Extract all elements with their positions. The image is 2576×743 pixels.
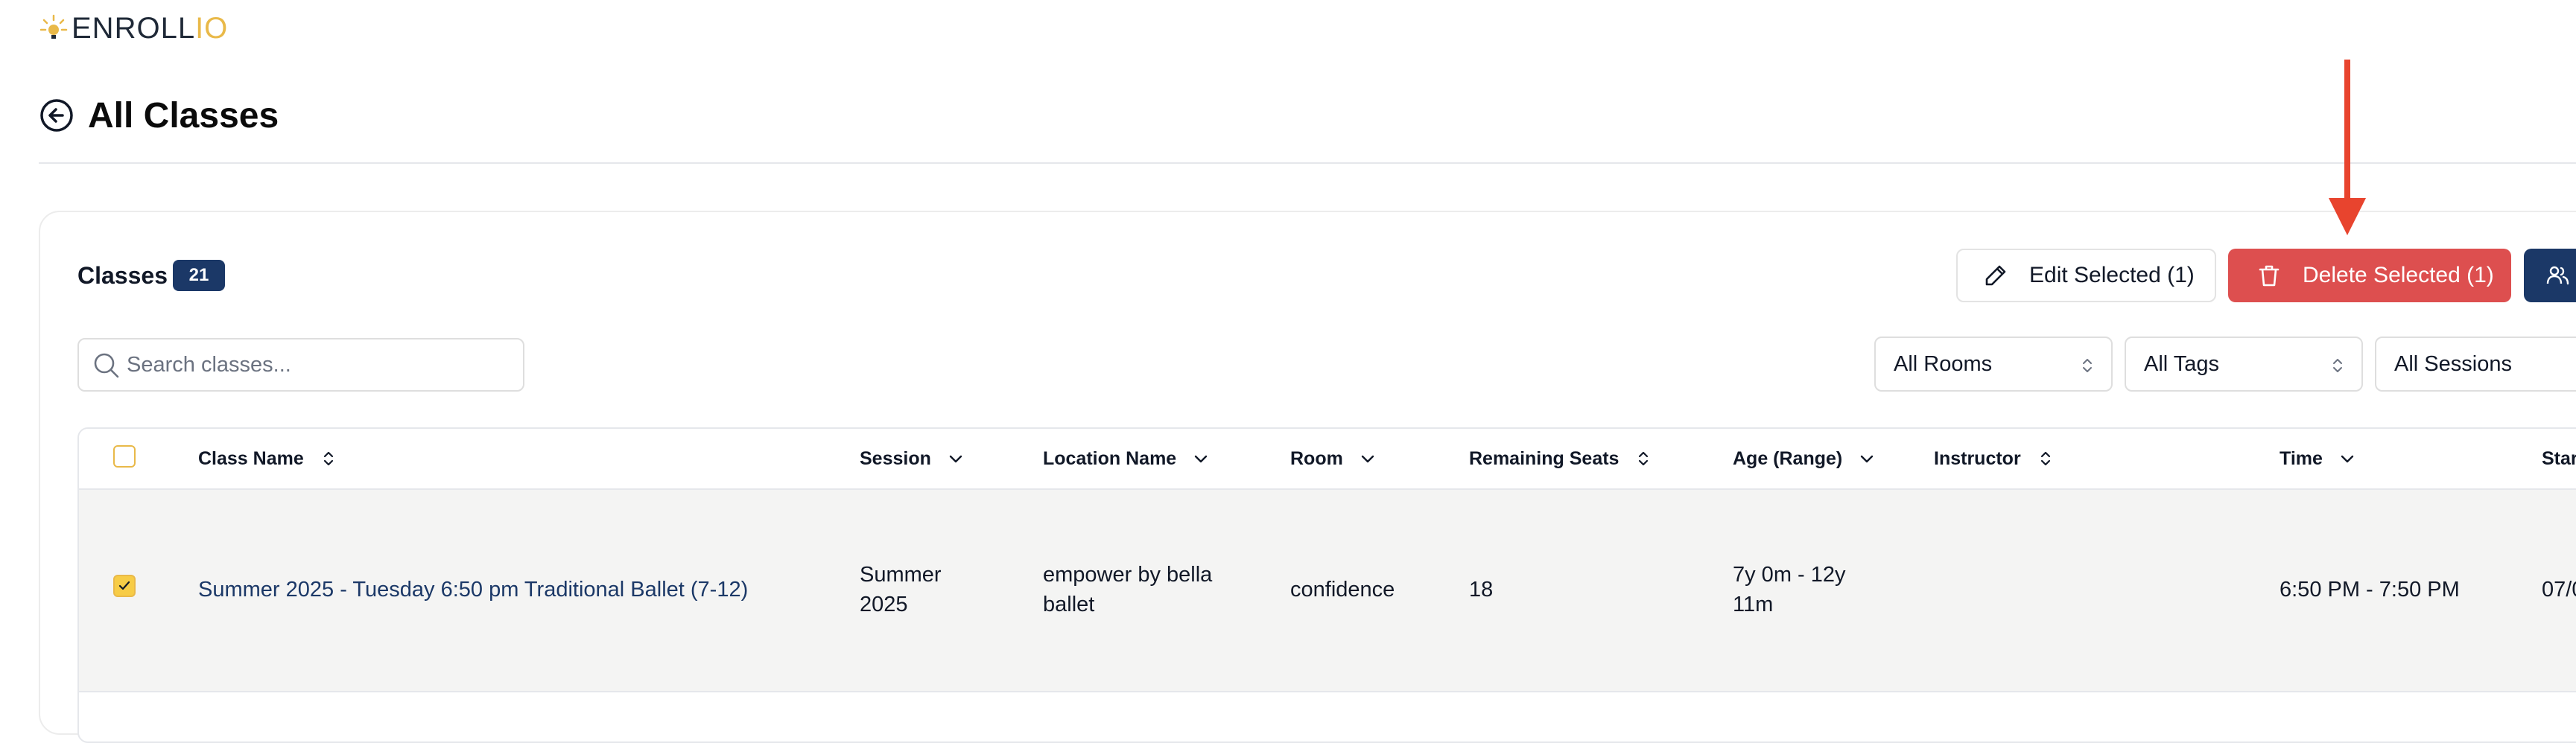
page-title: All Classes bbox=[88, 95, 279, 135]
location-line: empower by bella bbox=[1043, 563, 1213, 587]
start-date-cell: 07/0 bbox=[2542, 578, 2576, 602]
table-row[interactable]: Summer 2025 - Tuesday 6:50 pm Traditiona… bbox=[79, 490, 2576, 692]
search-box[interactable] bbox=[77, 338, 524, 392]
chevron-down-icon bbox=[1861, 455, 1874, 463]
age-line: 7y 0m - 12y bbox=[1733, 563, 1846, 587]
column-header-session[interactable]: Session bbox=[860, 429, 964, 488]
time-cell: 6:50 PM - 7:50 PM bbox=[2280, 578, 2460, 602]
class-name-link[interactable]: Summer 2025 - Tuesday 6:50 pm Traditiona… bbox=[198, 575, 748, 605]
search-icon bbox=[94, 353, 119, 378]
chevron-down-icon bbox=[1195, 455, 1208, 463]
classes-count-badge: 21 bbox=[173, 260, 225, 291]
table-header-row: Class Name Session Location Name Room Re… bbox=[79, 429, 2576, 490]
app-logo: ENROLLIO bbox=[39, 9, 228, 48]
column-header-location[interactable]: Location Name bbox=[1043, 429, 1209, 488]
age-line: 11m bbox=[1733, 593, 1774, 616]
classes-heading: Classes bbox=[77, 262, 168, 289]
column-label: Room bbox=[1290, 447, 1343, 469]
session-line: Summer bbox=[860, 563, 942, 587]
rooms-filter-select[interactable]: All Rooms bbox=[1874, 337, 2113, 392]
search-input[interactable] bbox=[125, 351, 515, 378]
column-label: Remaining Seats bbox=[1469, 447, 1619, 469]
trash-icon bbox=[2259, 265, 2280, 287]
tags-filter-select[interactable]: All Tags bbox=[2125, 337, 2363, 392]
column-label: Age (Range) bbox=[1733, 447, 1843, 469]
users-icon bbox=[2546, 266, 2569, 285]
room-cell: confidence bbox=[1290, 578, 1395, 602]
sessions-filter-value: All Sessions bbox=[2394, 351, 2512, 376]
chevron-down-icon bbox=[1361, 455, 1374, 463]
classes-table: Class Name Session Location Name Room Re… bbox=[77, 427, 2576, 743]
logo-text-enroll: ENROLL bbox=[72, 12, 196, 45]
age-range-cell: 7y 0m - 12y 11m bbox=[1733, 560, 1846, 619]
annotation-arrow bbox=[2329, 60, 2366, 235]
select-all-checkbox[interactable] bbox=[113, 445, 136, 468]
lightbulb-icon bbox=[39, 14, 68, 39]
checkmark-icon bbox=[118, 581, 130, 590]
session-line: 2025 bbox=[860, 593, 908, 616]
column-header-age-range[interactable]: Age (Range) bbox=[1733, 429, 1875, 488]
chevron-down-icon bbox=[949, 455, 962, 463]
column-header-start[interactable]: Star bbox=[2542, 429, 2576, 488]
pencil-icon bbox=[1985, 265, 2006, 286]
sort-icon bbox=[1639, 451, 1649, 466]
chevron-up-down-icon bbox=[2333, 359, 2342, 372]
chevron-up-down-icon bbox=[2083, 359, 2092, 372]
header-divider bbox=[39, 162, 2576, 164]
column-header-time[interactable]: Time bbox=[2280, 429, 2355, 488]
column-label: Time bbox=[2280, 447, 2323, 469]
row-checkbox[interactable] bbox=[113, 575, 136, 597]
column-header-remaining-seats[interactable]: Remaining Seats bbox=[1469, 429, 1652, 488]
sort-icon bbox=[323, 451, 333, 466]
chevron-down-icon bbox=[2341, 455, 2354, 463]
edit-selected-label: Edit Selected (1) bbox=[2029, 263, 2195, 287]
delete-selected-label: Delete Selected (1) bbox=[2303, 263, 2494, 287]
column-label: Session bbox=[860, 447, 931, 469]
tags-filter-value: All Tags bbox=[2144, 351, 2220, 376]
column-label: Instructor bbox=[1934, 447, 2021, 469]
rooms-filter-value: All Rooms bbox=[1894, 351, 1993, 376]
session-cell: Summer 2025 bbox=[860, 560, 942, 619]
edit-selected-button[interactable]: Edit Selected (1) bbox=[1956, 249, 2216, 302]
sessions-filter-select[interactable]: All Sessions bbox=[2375, 337, 2576, 392]
logo-text: ENROLLIO bbox=[72, 9, 228, 48]
column-label: Star bbox=[2542, 447, 2576, 469]
sort-icon bbox=[2040, 451, 2050, 466]
location-line: ballet bbox=[1043, 593, 1095, 616]
back-arrow-icon[interactable] bbox=[39, 98, 74, 133]
column-header-class-name[interactable]: Class Name bbox=[198, 429, 337, 488]
column-label: Class Name bbox=[198, 447, 304, 469]
page-header: All Classes bbox=[39, 91, 279, 140]
manage-users-button[interactable] bbox=[2524, 249, 2576, 302]
location-cell: empower by bella ballet bbox=[1043, 560, 1212, 619]
logo-text-io: IO bbox=[195, 12, 229, 45]
column-header-instructor[interactable]: Instructor bbox=[1934, 429, 2054, 488]
column-label: Location Name bbox=[1043, 447, 1177, 469]
column-header-room[interactable]: Room bbox=[1290, 429, 1376, 488]
remaining-seats-cell: 18 bbox=[1469, 578, 1494, 602]
delete-selected-button[interactable]: Delete Selected (1) bbox=[2228, 249, 2511, 302]
